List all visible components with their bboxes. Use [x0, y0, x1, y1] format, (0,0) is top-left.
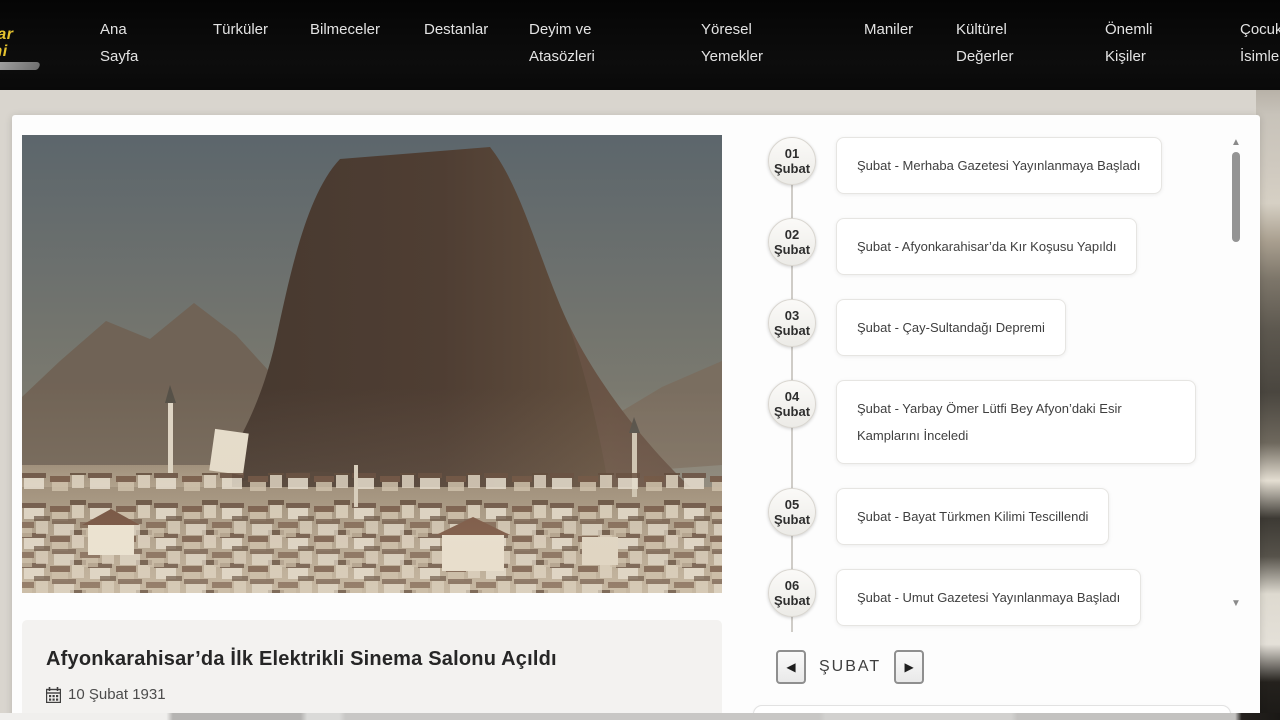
article-title: Afyonkarahisar’da İlk Elektrikli Sinema … — [22, 620, 722, 671]
timeline-month: Şubat — [774, 242, 810, 257]
events-timeline: 01 Şubat Şubat - Merhaba Gazetesi Yayınl… — [767, 137, 1245, 650]
scroll-down-icon[interactable]: ▼ — [1228, 598, 1244, 610]
timeline-event-card[interactable]: Şubat - Umut Gazetesi Yayınlanmaya Başla… — [836, 569, 1141, 626]
scroll-up-icon[interactable]: ▲ — [1228, 137, 1244, 149]
bottom-edge-strip — [0, 713, 1280, 720]
next-arrow-icon: ▶ — [905, 660, 914, 674]
prev-arrow-icon: ◀ — [786, 660, 795, 674]
nav-item-cocuk-isimleri[interactable]: Çocuk İsimleri — [1240, 16, 1280, 70]
nav-item-maniler[interactable]: Maniler — [864, 16, 913, 43]
nav-item-deyim-ve-atasozleri[interactable]: Deyim ve Atasözleri — [529, 16, 609, 70]
timeline-day-badge: 05 Şubat — [768, 488, 816, 536]
current-month-label: ŞUBAT — [819, 658, 881, 676]
timeline-month: Şubat — [774, 404, 810, 419]
timeline-day: 05 — [785, 497, 799, 512]
timeline-day-badge: 02 Şubat — [768, 218, 816, 266]
nav-item-destanlar[interactable]: Destanlar — [424, 16, 488, 43]
timeline-event-card[interactable]: Şubat - Yarbay Ömer Lütfi Bey Afyon’daki… — [836, 380, 1196, 464]
timeline-event-card[interactable]: Şubat - Bayat Türkmen Kilimi Tescillendi — [836, 488, 1109, 545]
timeline-scrollbar-thumb[interactable] — [1232, 152, 1240, 242]
timeline-event-row: 06 Şubat Şubat - Umut Gazetesi Yayınlanm… — [767, 569, 1245, 626]
timeline-day: 04 — [785, 389, 799, 404]
timeline-event-card[interactable]: Şubat - Afyonkarahisar’da Kır Koşusu Yap… — [836, 218, 1137, 275]
top-nav: sar mi Ana Sayfa Türküler Bilmeceler Des… — [0, 0, 1280, 90]
timeline-event-row: 03 Şubat Şubat - Çay-Sultandağı Depremi — [767, 299, 1245, 356]
nav-item-kulturel-degerler[interactable]: Kültürel Değerler — [956, 16, 1020, 70]
timeline-month: Şubat — [774, 593, 810, 608]
timeline-event-row: 05 Şubat Şubat - Bayat Türkmen Kilimi Te… — [767, 488, 1245, 545]
timeline-day-badge: 01 Şubat — [768, 137, 816, 185]
logo-swoosh-shape — [0, 62, 43, 70]
timeline-event-row: 02 Şubat Şubat - Afyonkarahisar’da Kır K… — [767, 218, 1245, 275]
nav-item-ana-sayfa[interactable]: Ana Sayfa — [100, 16, 146, 70]
calendar-icon — [46, 687, 61, 703]
month-nav: ◀ ŞUBAT ▶ — [776, 650, 924, 684]
main-panel: Afyonkarahisar’da İlk Elektrikli Sinema … — [12, 115, 1260, 720]
article-date-text: 10 Şubat 1931 — [68, 686, 166, 703]
timeline-month: Şubat — [774, 161, 810, 176]
site-logo[interactable]: sar mi — [0, 26, 40, 70]
article-date: 10 Şubat 1931 — [46, 686, 722, 703]
timeline-month: Şubat — [774, 512, 810, 527]
timeline-event-row: 01 Şubat Şubat - Merhaba Gazetesi Yayınl… — [767, 137, 1245, 194]
site-logo-text-line2: mi — [0, 43, 40, 60]
nav-item-onemli-kisiler[interactable]: Önemli Kişiler — [1105, 16, 1161, 70]
timeline-day: 02 — [785, 227, 799, 242]
prev-month-button[interactable]: ◀ — [776, 650, 806, 684]
timeline-day: 01 — [785, 146, 799, 161]
article-photo — [22, 135, 722, 593]
nav-item-bilmeceler[interactable]: Bilmeceler — [310, 16, 380, 43]
article-card: Afyonkarahisar’da İlk Elektrikli Sinema … — [22, 620, 722, 720]
timeline-day-badge: 03 Şubat — [768, 299, 816, 347]
timeline-event-card[interactable]: Şubat - Çay-Sultandağı Depremi — [836, 299, 1066, 356]
timeline-month: Şubat — [774, 323, 810, 338]
timeline-day-badge: 04 Şubat — [768, 380, 816, 428]
timeline-day-badge: 06 Şubat — [768, 569, 816, 617]
next-month-button[interactable]: ▶ — [894, 650, 924, 684]
nav-item-yoresel-yemekler[interactable]: Yöresel Yemekler — [701, 16, 765, 70]
timeline-day: 03 — [785, 308, 799, 323]
timeline-event-card[interactable]: Şubat - Merhaba Gazetesi Yayınlanmaya Ba… — [836, 137, 1162, 194]
afyonkarahisar-photo-illustration — [22, 135, 722, 593]
site-logo-text-line1: sar — [0, 26, 40, 43]
timeline-event-row: 04 Şubat Şubat - Yarbay Ömer Lütfi Bey A… — [767, 380, 1245, 464]
timeline-day: 06 — [785, 578, 799, 593]
nav-item-turkuler[interactable]: Türküler — [213, 16, 268, 43]
